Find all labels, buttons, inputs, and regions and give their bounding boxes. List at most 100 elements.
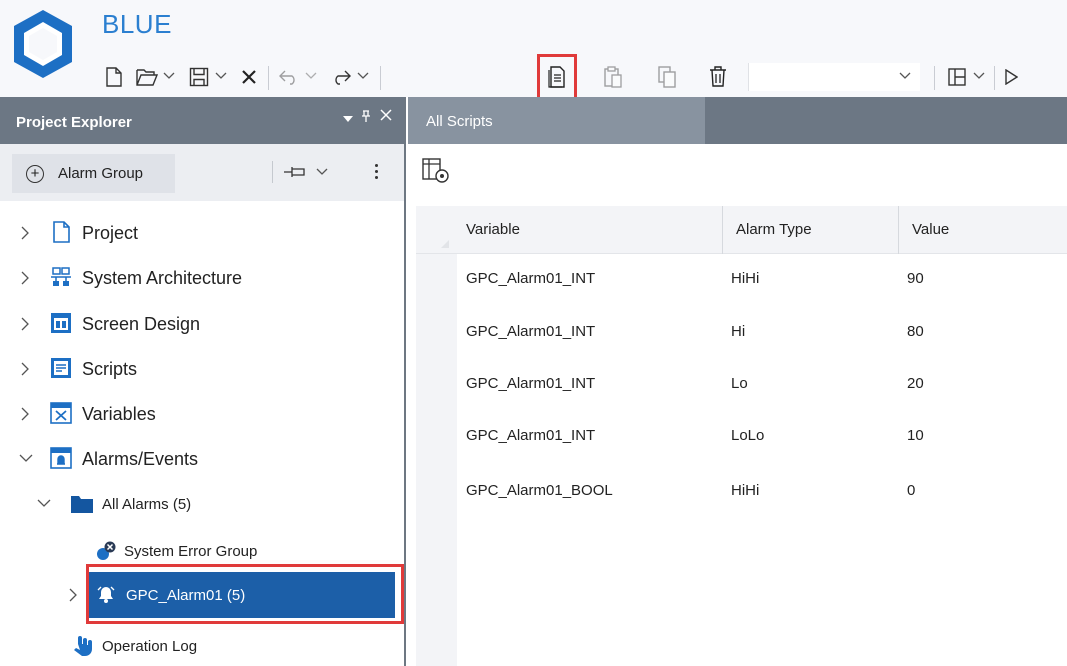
cell-value[interactable]: 90 <box>907 270 924 287</box>
save-dropdown[interactable] <box>214 66 228 86</box>
plus-circle-icon: + <box>26 164 44 183</box>
tree-item-system-architecture[interactable]: System Architecture <box>0 258 400 298</box>
chevron-down-icon <box>215 72 227 79</box>
copy-button[interactable] <box>654 62 680 92</box>
cell-value[interactable]: 20 <box>907 375 924 392</box>
project-page-icon <box>53 221 70 243</box>
redo-dropdown[interactable] <box>356 66 370 86</box>
tree-item-label: All Alarms (5) <box>102 496 192 513</box>
column-divider[interactable] <box>722 206 723 254</box>
tree-item-project[interactable]: Project <box>0 213 400 253</box>
layout-dropdown[interactable] <box>972 66 986 86</box>
column-divider[interactable] <box>898 206 899 254</box>
chevron-right-icon <box>21 407 29 421</box>
save-button[interactable] <box>186 62 212 92</box>
chevron-down-icon <box>899 72 911 79</box>
tree-item-variables[interactable]: Variables <box>0 394 400 434</box>
open-button[interactable] <box>134 62 160 92</box>
chevron-right-icon <box>21 271 29 285</box>
close-button[interactable] <box>236 62 262 92</box>
grid-corner <box>441 240 449 248</box>
tree-item-operation-log[interactable]: Operation Log <box>0 626 400 666</box>
grid-settings-button[interactable] <box>420 156 456 188</box>
paste-icon <box>604 66 622 88</box>
panel-menu-icon[interactable] <box>343 110 353 126</box>
chevron-down-icon <box>37 499 51 507</box>
grid-header: Variable Alarm Type Value <box>416 206 1067 254</box>
cell-variable[interactable]: GPC_Alarm01_INT <box>466 323 595 340</box>
tree-item-screen-design[interactable]: Screen Design <box>0 304 400 344</box>
cell-value[interactable]: 0 <box>907 482 915 499</box>
cell-value[interactable]: 80 <box>907 323 924 340</box>
open-folder-icon <box>136 69 158 86</box>
table-settings-icon <box>422 158 449 183</box>
pin-icon[interactable] <box>361 109 371 125</box>
toolbar-separator <box>268 66 269 90</box>
tree-item-label: Operation Log <box>102 638 198 655</box>
run-button[interactable] <box>1000 62 1022 92</box>
delete-button[interactable] <box>705 62 731 92</box>
title-toolbar-area: BLUE <box>0 0 1067 101</box>
new-document-icon <box>106 67 122 87</box>
tree-item-label: System Architecture <box>82 268 243 288</box>
toolbar-separator <box>994 66 995 90</box>
operation-log-icon <box>74 636 92 656</box>
toolbar-combo-box[interactable] <box>748 63 920 91</box>
chevron-right-icon <box>69 588 77 602</box>
chevron-down-icon <box>316 168 328 175</box>
tree-item-alarms-events[interactable]: Alarms/Events <box>0 439 400 479</box>
app-logo <box>14 10 72 78</box>
toolbar-separator <box>380 66 381 90</box>
undo-dropdown[interactable] <box>304 66 318 86</box>
copy-icon <box>658 66 676 88</box>
undo-button[interactable] <box>276 62 302 92</box>
close-icon <box>242 70 256 84</box>
tree-item-scripts[interactable]: Scripts <box>0 349 400 389</box>
cell-value[interactable]: 10 <box>907 427 924 444</box>
paste-button[interactable] <box>600 62 626 92</box>
selected-item-highlight <box>86 564 404 624</box>
tree-item-label: Scripts <box>82 359 138 379</box>
document-button-highlight <box>537 54 577 101</box>
chevron-right-icon <box>21 226 29 240</box>
redo-button[interactable] <box>328 62 354 92</box>
layout-button[interactable] <box>946 62 968 92</box>
save-icon <box>189 67 209 87</box>
tree-item-label: Variables <box>82 404 156 424</box>
cell-alarm-type[interactable]: HiHi <box>731 270 759 287</box>
chevron-right-icon <box>21 362 29 376</box>
cell-variable[interactable]: GPC_Alarm01_BOOL <box>466 482 613 499</box>
add-alarm-group-button[interactable]: + Alarm Group <box>12 154 175 193</box>
chevron-down-icon <box>973 72 985 79</box>
cell-alarm-type[interactable]: HiHi <box>731 482 759 499</box>
tree-item-label: System Error Group <box>124 543 258 560</box>
cell-alarm-type[interactable]: LoLo <box>731 427 764 444</box>
open-dropdown[interactable] <box>162 66 176 86</box>
tab-all-scripts[interactable]: All Scripts <box>408 97 705 144</box>
chevron-down-icon <box>19 454 33 462</box>
column-header-alarm-type[interactable]: Alarm Type <box>736 221 812 238</box>
variables-icon <box>50 402 72 424</box>
cell-alarm-type[interactable]: Hi <box>731 323 745 340</box>
chevron-right-icon <box>21 317 29 331</box>
undo-icon <box>279 70 295 85</box>
toolbar-separator <box>934 66 935 90</box>
cell-variable[interactable]: GPC_Alarm01_INT <box>466 427 595 444</box>
app-title: BLUE <box>102 9 172 39</box>
column-header-variable[interactable]: Variable <box>466 221 520 238</box>
cell-alarm-type[interactable]: Lo <box>731 375 748 392</box>
new-button[interactable] <box>103 62 125 92</box>
close-panel-icon[interactable] <box>380 108 392 124</box>
chevron-down-icon <box>357 72 369 79</box>
more-options-icon[interactable] <box>372 159 380 183</box>
column-header-value[interactable]: Value <box>912 221 949 238</box>
add-alarm-group-label: Alarm Group <box>58 165 144 182</box>
row-selector-column <box>416 254 457 666</box>
cell-variable[interactable]: GPC_Alarm01_INT <box>466 270 595 287</box>
folder-icon <box>71 496 93 513</box>
chevron-down-icon <box>305 72 317 79</box>
tree-item-all-alarms[interactable]: All Alarms (5) <box>0 484 400 524</box>
cell-variable[interactable]: GPC_Alarm01_INT <box>466 375 595 392</box>
alarms-events-icon <box>50 447 72 469</box>
pin-dropdown-button[interactable] <box>272 161 329 183</box>
